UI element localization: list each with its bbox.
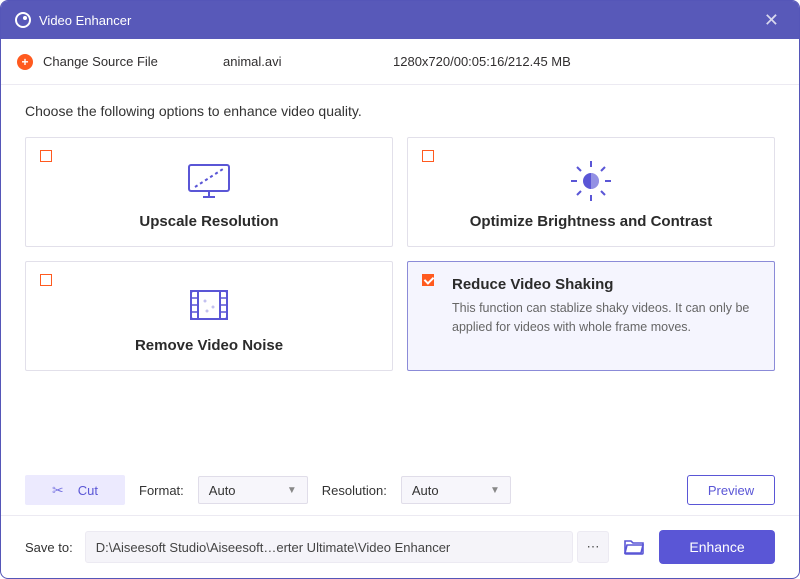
card-remove-noise[interactable]: Remove Video Noise (25, 261, 393, 371)
main-panel: Choose the following options to enhance … (1, 85, 799, 461)
card-upscale-resolution[interactable]: Upscale Resolution (25, 137, 393, 247)
window-title: Video Enhancer (39, 13, 758, 28)
card-title-noise: Remove Video Noise (135, 337, 283, 354)
plus-icon[interactable]: + (17, 54, 33, 70)
save-path-text: D:\Aiseesoft Studio\Aiseesoft…erter Ulti… (96, 540, 451, 555)
card-optimize-brightness[interactable]: Optimize Brightness and Contrast (407, 137, 775, 247)
open-folder-button[interactable] (621, 534, 647, 560)
card-title-upscale: Upscale Resolution (139, 213, 278, 230)
cut-button[interactable]: ✂ Cut (25, 475, 125, 505)
chevron-down-icon: ▼ (287, 485, 297, 496)
card-reduce-shaking[interactable]: Reduce Video Shaking This function can s… (407, 261, 775, 371)
source-filename: animal.avi (223, 54, 393, 69)
format-select[interactable]: Auto ▼ (198, 476, 308, 504)
brightness-icon (567, 155, 615, 207)
card-desc-shaking: This function can stablize shaky videos.… (452, 299, 756, 337)
save-path-field[interactable]: D:\Aiseesoft Studio\Aiseesoft…erter Ulti… (85, 531, 573, 563)
film-icon (185, 279, 233, 331)
resolution-select[interactable]: Auto ▼ (401, 476, 511, 504)
resolution-label: Resolution: (322, 483, 387, 498)
close-icon[interactable]: ✕ (758, 10, 785, 31)
save-to-label: Save to: (25, 540, 73, 555)
controls-row: ✂ Cut Format: Auto ▼ Resolution: Auto ▼ … (1, 461, 799, 515)
ellipsis-icon: ⋯ (587, 539, 600, 555)
footer: Save to: D:\Aiseesoft Studio\Aiseesoft…e… (1, 515, 799, 578)
preview-button[interactable]: Preview (687, 475, 775, 505)
checkbox-brightness[interactable] (422, 150, 434, 162)
instruction-text: Choose the following options to enhance … (25, 103, 775, 119)
browse-button[interactable]: ⋯ (577, 531, 609, 563)
video-enhancer-window: Video Enhancer ✕ + Change Source File an… (0, 0, 800, 579)
content-area: + Change Source File animal.avi 1280x720… (1, 39, 799, 578)
source-row: + Change Source File animal.avi 1280x720… (1, 39, 799, 85)
titlebar: Video Enhancer ✕ (1, 1, 799, 39)
options-grid: Upscale Resolution (25, 137, 775, 371)
checkbox-upscale[interactable] (40, 150, 52, 162)
app-icon (15, 12, 31, 28)
checkbox-shaking[interactable] (422, 274, 434, 286)
change-source-button[interactable]: Change Source File (43, 54, 223, 69)
source-metadata: 1280x720/00:05:16/212.45 MB (393, 54, 571, 69)
card-title-brightness: Optimize Brightness and Contrast (470, 213, 713, 230)
format-value: Auto (209, 483, 236, 498)
folder-icon (623, 538, 645, 556)
checkbox-noise[interactable] (40, 274, 52, 286)
resolution-value: Auto (412, 483, 439, 498)
enhance-button[interactable]: Enhance (659, 530, 775, 564)
monitor-icon (185, 155, 233, 207)
cut-label: Cut (78, 483, 98, 498)
card-title-shaking: Reduce Video Shaking (452, 276, 613, 293)
chevron-down-icon: ▼ (490, 485, 500, 496)
format-label: Format: (139, 483, 184, 498)
scissors-icon: ✂ (52, 482, 64, 499)
